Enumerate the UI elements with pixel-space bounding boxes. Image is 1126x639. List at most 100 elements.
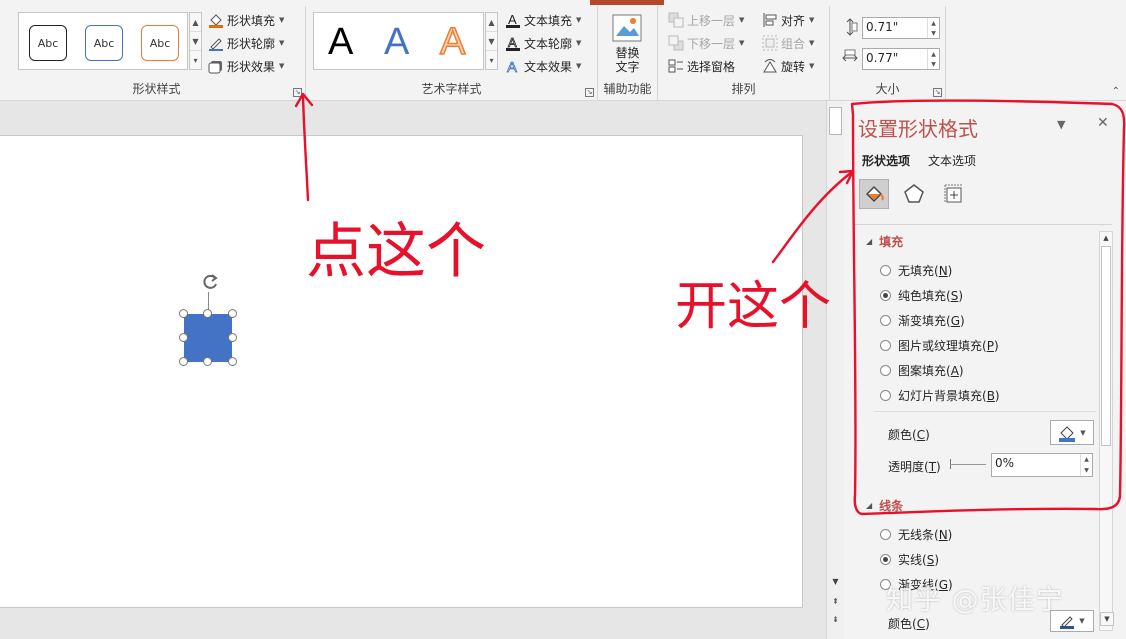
height-value: 0.71" bbox=[866, 20, 899, 34]
fill-option-pattern[interactable]: 图案填充(A) bbox=[880, 361, 964, 379]
radio-button[interactable] bbox=[880, 553, 891, 565]
fill-option-gradient[interactable]: 渐变填充(G) bbox=[880, 311, 965, 329]
scroll-up-icon[interactable]: ▲ bbox=[1100, 232, 1112, 244]
scroll-up-icon[interactable]: ▲ bbox=[486, 13, 497, 32]
slider-track bbox=[950, 464, 986, 465]
fill-line-category[interactable] bbox=[859, 179, 889, 209]
shape-outline-button[interactable]: 形状轮廓 ▼ bbox=[208, 33, 284, 53]
bring-forward-button[interactable]: 上移一层 ▼ bbox=[668, 10, 744, 30]
fill-section-header[interactable]: ◢ 填充 bbox=[866, 233, 903, 250]
radio-button[interactable] bbox=[880, 289, 891, 301]
resize-handle-top[interactable] bbox=[203, 309, 212, 318]
close-icon[interactable]: ✕ bbox=[1097, 115, 1109, 131]
shape-style-swatch[interactable]: Abc bbox=[141, 25, 179, 61]
resize-handle-top-right[interactable] bbox=[228, 309, 237, 318]
shape-effects-button[interactable]: 形状效果 ▼ bbox=[208, 56, 284, 76]
chevron-down-icon: ▼ bbox=[279, 62, 285, 70]
radio-button[interactable] bbox=[880, 389, 891, 401]
radio-button[interactable] bbox=[880, 314, 891, 326]
radio-button[interactable] bbox=[880, 528, 891, 540]
fill-color-picker-button[interactable]: ▼ bbox=[1050, 420, 1094, 445]
transparency-input[interactable]: 0% ▲ ▼ bbox=[991, 453, 1093, 477]
group-button[interactable]: 组合 ▼ bbox=[762, 33, 814, 53]
rotate-handle-icon bbox=[203, 274, 218, 289]
pane-options-chevron-icon[interactable]: ▼ bbox=[1057, 118, 1065, 131]
selected-rectangle-shape[interactable] bbox=[184, 314, 232, 362]
slide-vertical-scrollbar[interactable]: ▼ ⇞ ⇟ bbox=[826, 101, 844, 639]
fill-option-picture[interactable]: 图片或纹理填充(P) bbox=[880, 336, 999, 354]
text-effects-label: 文本效果 bbox=[524, 59, 573, 74]
radio-button[interactable] bbox=[880, 339, 891, 351]
align-icon bbox=[762, 12, 778, 28]
scroll-up-icon[interactable]: ▲ bbox=[190, 13, 201, 32]
shape-style-swatch[interactable]: Abc bbox=[29, 25, 67, 61]
shape-style-gallery[interactable]: Abc Abc Abc bbox=[18, 12, 188, 70]
fill-option-slide-background[interactable]: 幻灯片背景填充(B) bbox=[880, 386, 1000, 404]
pane-scrollbar[interactable]: ▲ bbox=[1099, 231, 1113, 631]
gallery-more-icon[interactable]: ▾ bbox=[486, 51, 497, 69]
scroll-down-icon[interactable]: ▼ bbox=[1100, 612, 1114, 626]
text-outline-button[interactable]: A 文本轮廓 ▼ bbox=[505, 33, 581, 53]
text-fill-label: 文本填充 bbox=[524, 13, 573, 28]
rotate-button[interactable]: 旋转 ▼ bbox=[762, 56, 814, 76]
scroll-down-icon[interactable]: ▼ bbox=[486, 32, 497, 51]
wordart-dialog-launcher[interactable]: ↘ bbox=[585, 88, 594, 97]
resize-handle-left[interactable] bbox=[179, 333, 188, 342]
chevron-down-icon: ▼ bbox=[809, 39, 815, 47]
selection-pane-button[interactable]: 选择窗格 bbox=[668, 56, 735, 76]
radio-button[interactable] bbox=[880, 264, 891, 276]
resize-handle-right[interactable] bbox=[228, 333, 237, 342]
fill-option-none[interactable]: 无填充(N) bbox=[880, 261, 952, 279]
tab-shape-options[interactable]: 形状选项 bbox=[862, 152, 910, 169]
chevron-down-icon: ▼ bbox=[809, 62, 815, 70]
gallery-more-icon[interactable]: ▾ bbox=[190, 51, 201, 69]
pane-scroll-thumb[interactable] bbox=[1101, 246, 1111, 446]
shape-style-swatch[interactable]: Abc bbox=[85, 25, 123, 61]
width-input[interactable]: 0.77" ▲ ▼ bbox=[862, 48, 940, 70]
radio-button[interactable] bbox=[880, 364, 891, 376]
previous-slide-icon[interactable]: ⇞ bbox=[829, 595, 842, 608]
wordart-style-orange[interactable]: A bbox=[439, 20, 466, 64]
shape-gallery-scroll[interactable]: ▲ ▼ ▾ bbox=[189, 12, 202, 70]
transparency-spinner[interactable]: ▲ ▼ bbox=[1080, 454, 1092, 476]
wordart-style-blue[interactable]: A bbox=[384, 21, 409, 64]
next-slide-icon[interactable]: ⇟ bbox=[829, 613, 842, 626]
fill-option-solid[interactable]: 纯色填充(S) bbox=[880, 286, 963, 304]
wordart-gallery[interactable]: A A A bbox=[313, 12, 484, 70]
align-button[interactable]: 对齐 ▼ bbox=[762, 10, 814, 30]
line-section-header[interactable]: ◢ 线条 bbox=[866, 497, 903, 514]
shape-fill-button[interactable]: 形状填充 ▼ bbox=[208, 10, 284, 30]
wordart-gallery-scroll[interactable]: ▲ ▼ ▾ bbox=[485, 12, 498, 70]
size-dialog-launcher[interactable]: ↘ bbox=[933, 88, 942, 97]
effects-category[interactable] bbox=[899, 179, 929, 209]
text-effects-button[interactable]: A 文本效果 ▼ bbox=[505, 56, 582, 77]
text-effects-icon: A bbox=[505, 58, 521, 77]
tab-text-options[interactable]: 文本选项 bbox=[928, 152, 976, 169]
resize-handle-bottom-left[interactable] bbox=[179, 357, 188, 366]
text-fill-button[interactable]: A 文本填充 ▼ bbox=[505, 10, 581, 30]
height-input[interactable]: 0.71" ▲ ▼ bbox=[862, 17, 940, 39]
fill-color-label: 颜色(C) bbox=[888, 428, 930, 442]
line-option-solid[interactable]: 实线(S) bbox=[880, 550, 939, 568]
size-properties-category[interactable] bbox=[939, 179, 969, 209]
resize-handle-top-left[interactable] bbox=[179, 309, 188, 318]
slide-canvas[interactable] bbox=[0, 135, 803, 608]
transparency-slider[interactable] bbox=[950, 459, 986, 469]
wordart-style-black[interactable]: A bbox=[328, 21, 353, 64]
line-option-none[interactable]: 无线条(N) bbox=[880, 525, 952, 543]
bring-forward-icon bbox=[668, 12, 684, 28]
alt-text-button[interactable]: 替换 文字 bbox=[598, 46, 657, 74]
scroll-thumb[interactable] bbox=[829, 107, 842, 135]
height-spinner[interactable]: ▲ ▼ bbox=[927, 18, 939, 38]
width-spinner[interactable]: ▲ ▼ bbox=[927, 49, 939, 69]
rotation-handle[interactable] bbox=[199, 271, 221, 293]
resize-handle-bottom[interactable] bbox=[203, 357, 212, 366]
resize-handle-bottom-right[interactable] bbox=[228, 357, 237, 366]
collapse-ribbon-icon[interactable]: ⌃ bbox=[1112, 86, 1120, 97]
shape-styles-dialog-launcher[interactable]: ↘ bbox=[293, 88, 302, 97]
size-properties-icon bbox=[944, 184, 963, 203]
scroll-down-icon[interactable]: ▼ bbox=[829, 575, 842, 588]
send-backward-button[interactable]: 下移一层 ▼ bbox=[668, 33, 744, 53]
alt-text-icon[interactable] bbox=[612, 14, 642, 42]
scroll-down-icon[interactable]: ▼ bbox=[190, 32, 201, 51]
